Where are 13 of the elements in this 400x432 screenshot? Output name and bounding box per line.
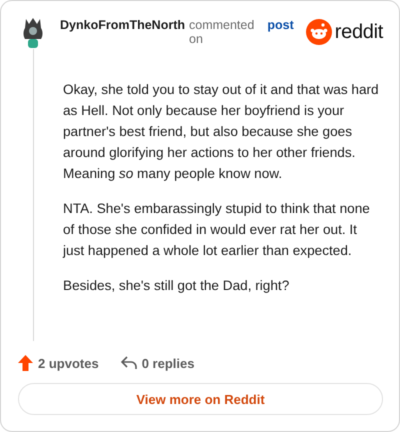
upvote-icon[interactable] xyxy=(18,355,33,371)
reply-count: 0 replies xyxy=(142,356,194,370)
comment-paragraph: NTA. She's embarassingly stupid to think that none of those she confided in would ever rat her out. It just happened a whole lot earlier than expected. xyxy=(63,200,371,260)
comment-action: commented on xyxy=(189,18,256,46)
author-name[interactable]: DynkoFromTheNorth xyxy=(60,18,185,32)
reddit-logo-icon xyxy=(306,19,332,45)
view-more-button[interactable]: View more on Reddit xyxy=(18,383,383,415)
post-link[interactable]: post xyxy=(267,18,294,32)
comment-paragraph: Besides, she's still got the Dad, right? xyxy=(63,277,290,295)
comment-paragraph: Okay, she told you to stay out of it and that was hard as Hell. Not only because her boyfriend is your partner's best friend, but also because she goes around glorifying her actions to her other friends. Meaning so many people know now. xyxy=(63,81,380,183)
brand-name: reddit xyxy=(334,20,383,44)
upvote-count: 2 upvotes xyxy=(38,356,99,370)
reply-icon[interactable] xyxy=(120,356,137,370)
